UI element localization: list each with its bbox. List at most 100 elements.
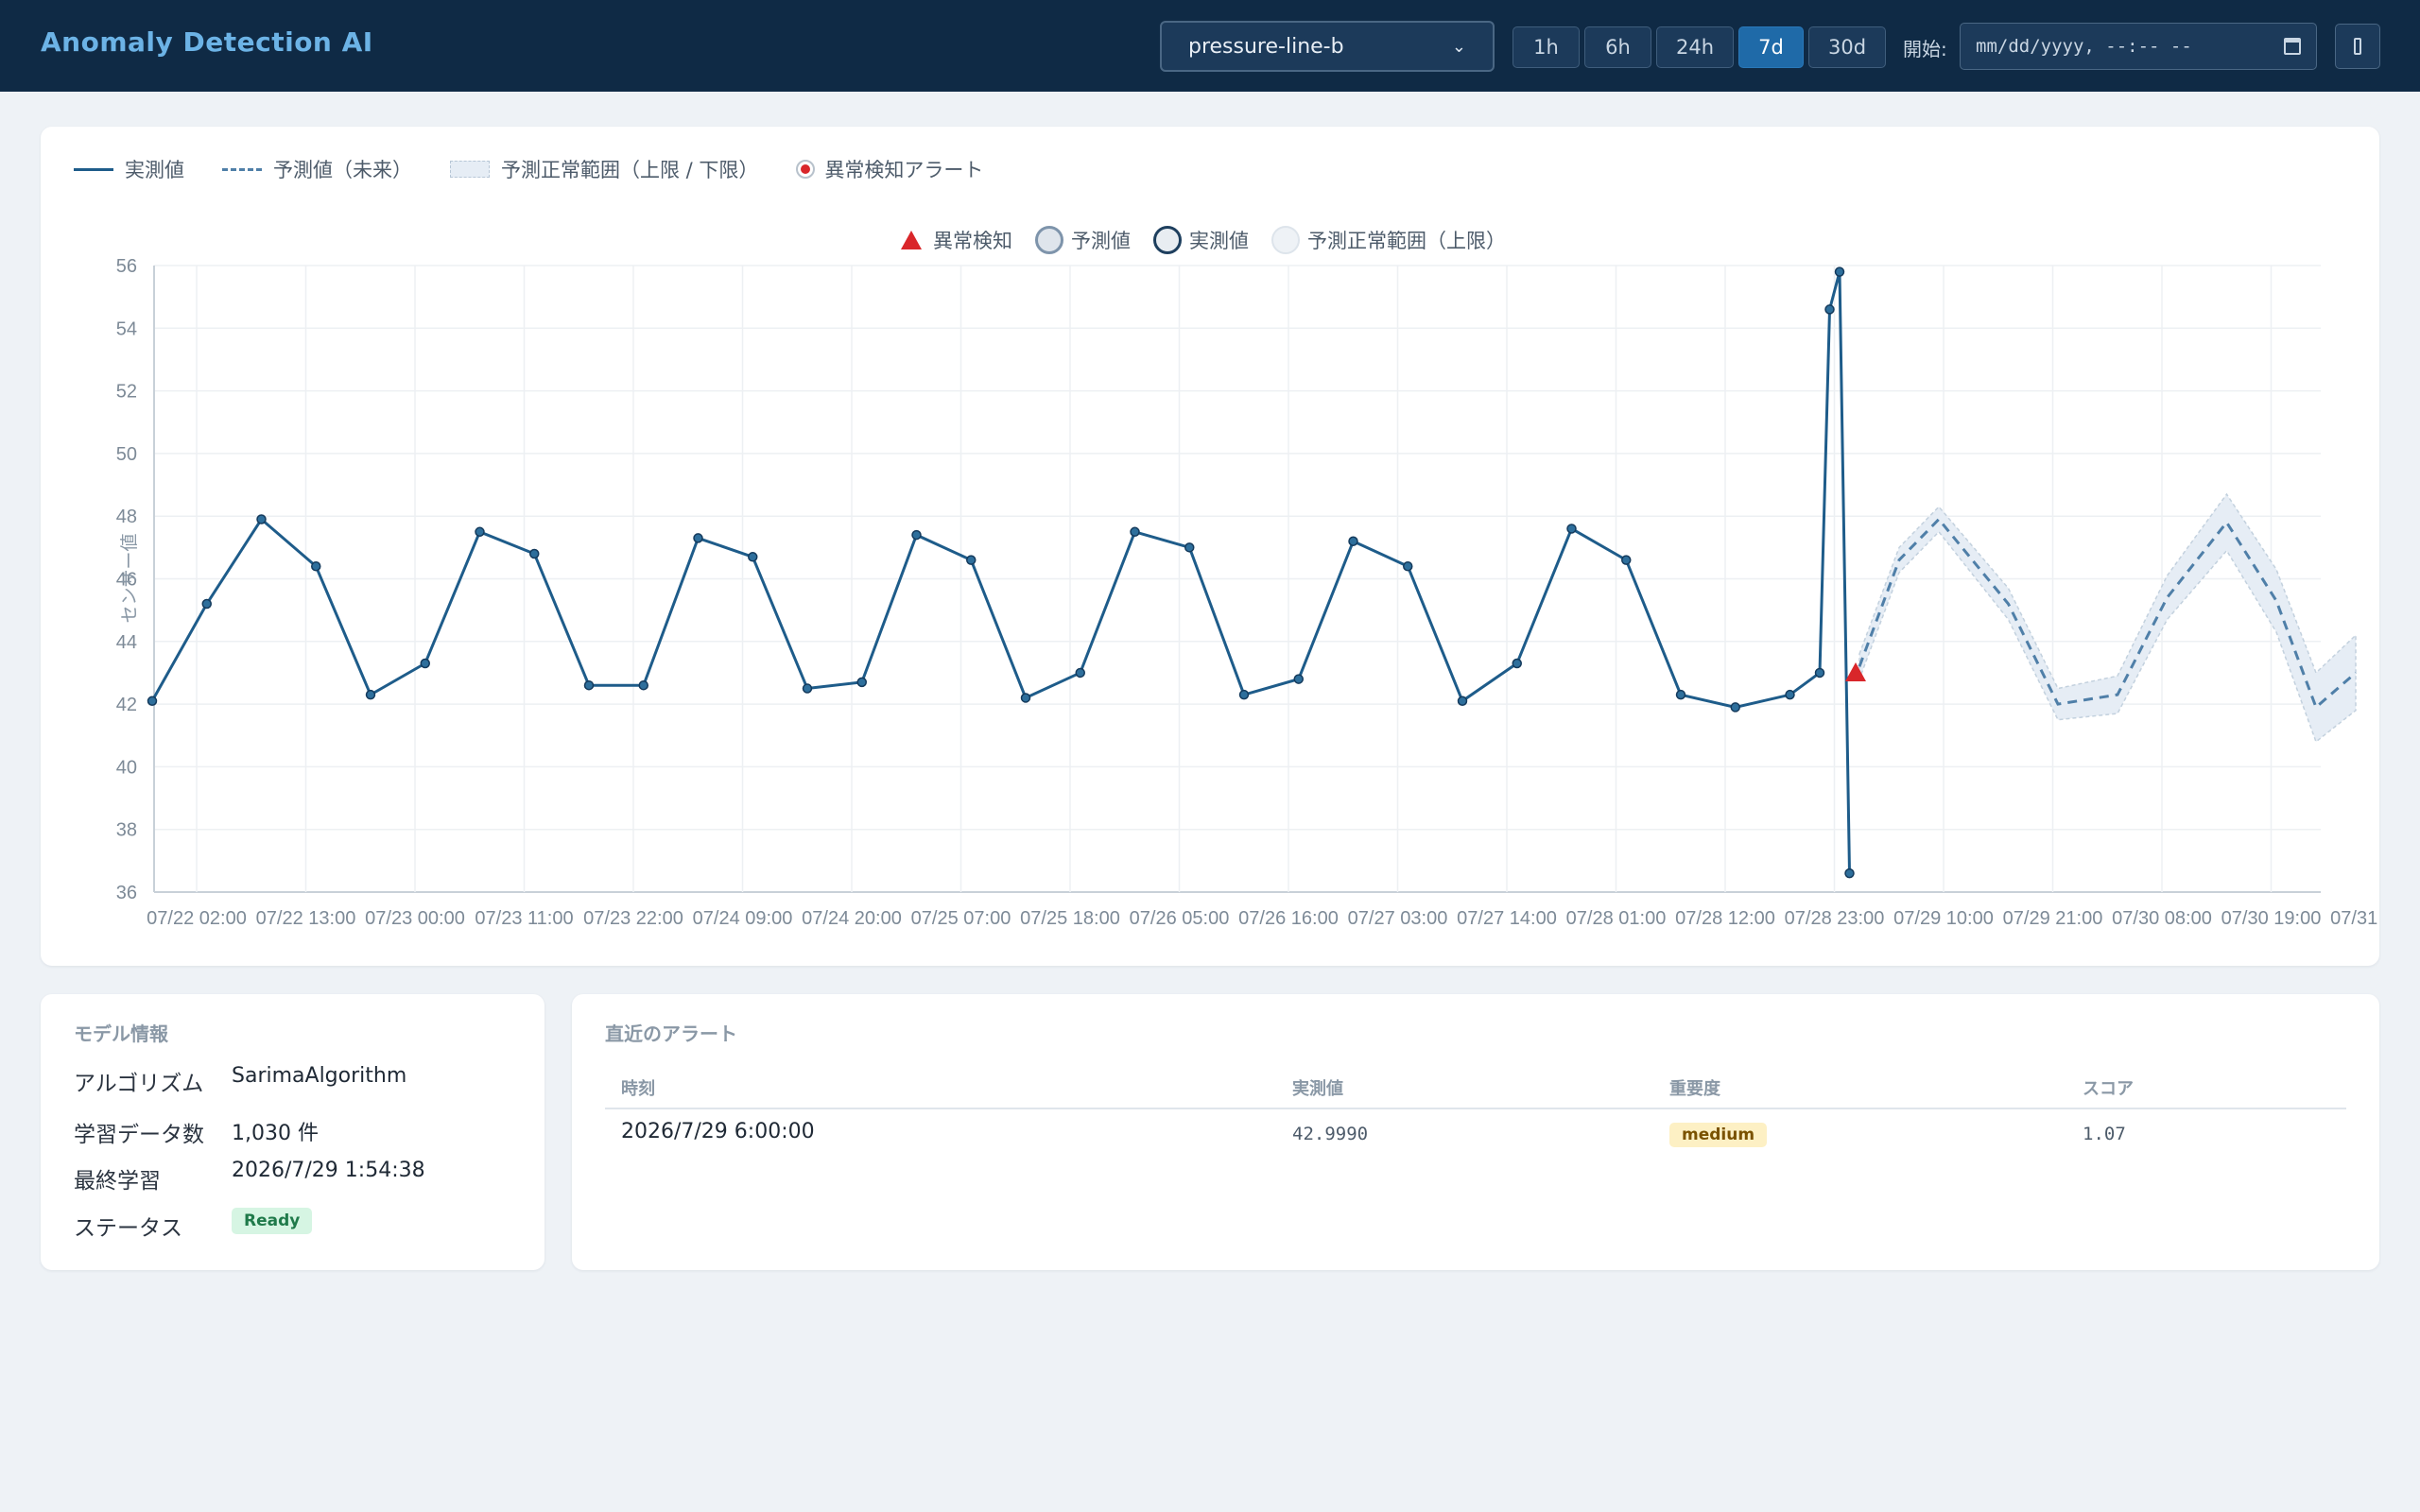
severity-badge: medium: [1669, 1123, 1768, 1147]
actual-point: [693, 533, 703, 543]
range-button-7d[interactable]: 7d: [1738, 26, 1804, 68]
range-button-30d[interactable]: 30d: [1808, 26, 1886, 68]
x-tick-label: 07/27 03:00: [1348, 908, 1448, 929]
x-tick-label: 07/28 23:00: [1785, 908, 1885, 929]
x-tick-label: 07/26 05:00: [1130, 908, 1230, 929]
start-date-placeholder: mm/dd/yyyy, --:-- --: [1976, 36, 2192, 57]
actual-point: [365, 689, 376, 700]
panel-toggle-button[interactable]: [2335, 24, 2380, 69]
x-tick-label: 07/28 12:00: [1675, 908, 1775, 929]
x-tick-label: 07/26 16:00: [1238, 908, 1339, 929]
y-tick-label: 54: [116, 318, 137, 339]
y-tick-label: 38: [116, 820, 137, 841]
actual-point: [1834, 266, 1845, 277]
actual-point: [420, 658, 430, 669]
app-title: Anomaly Detection AI: [41, 26, 373, 58]
y-tick-label: 48: [116, 507, 137, 527]
alert-score: 1.07: [2083, 1124, 2126, 1144]
actual-point: [1512, 658, 1522, 669]
x-tick-label: 07/23 00:00: [365, 908, 465, 929]
alert-value: 42.9990: [1292, 1124, 1369, 1144]
last-trained-label: 最終学習: [74, 1169, 161, 1194]
actual-point: [1457, 696, 1468, 707]
x-tick-label: 07/23 22:00: [583, 908, 683, 929]
range-button-24h[interactable]: 24h: [1656, 26, 1734, 68]
actual-point: [1403, 560, 1413, 572]
actual-point: [1566, 524, 1577, 534]
x-tick-label: 07/25 18:00: [1020, 908, 1120, 929]
actual-point: [1348, 536, 1358, 546]
actual-point: [1238, 689, 1250, 700]
start-date-input[interactable]: mm/dd/yyyy, --:-- --: [1960, 23, 2317, 70]
x-tick-label: 07/22 02:00: [147, 908, 247, 929]
actual-point: [1130, 526, 1140, 538]
actual-point: [1675, 689, 1686, 700]
actual-point: [256, 514, 267, 524]
y-tick-label: 56: [116, 256, 137, 277]
y-tick-label: 36: [116, 883, 137, 903]
model-info-title: モデル情報: [74, 1022, 168, 1045]
algorithm-label: アルゴリズム: [74, 1072, 204, 1096]
calendar-icon[interactable]: [2284, 38, 2301, 55]
x-tick-label: 07/27 14:00: [1457, 908, 1557, 929]
status-label: ステータス: [74, 1216, 182, 1241]
x-tick-label: 07/24 09:00: [693, 908, 793, 929]
actual-line: [150, 271, 1851, 874]
x-tick-label: 07/22 13:00: [256, 908, 356, 929]
sensor-select-value: pressure-line-b: [1188, 34, 1344, 59]
actual-point: [475, 526, 485, 538]
recent-alerts-card: 直近のアラート 時刻 実測値 重要度 スコア 2026/7/29 6:00:00…: [572, 994, 2379, 1270]
x-tick-label: 07/30 19:00: [2221, 908, 2322, 929]
sensor-select[interactable]: pressure-line-b ⌄: [1160, 21, 1495, 72]
column-header-time[interactable]: 時刻: [621, 1075, 655, 1100]
x-tick-label: 07/29 10:00: [1893, 908, 1994, 929]
sensor-chart[interactable]: 363840424446485052545607/22 02:00 07/22 1…: [41, 127, 2379, 966]
chart-card: 実測値 予測値（未来） 予測正常範囲（上限 / 下限） 異常検知アラート 異常検…: [41, 127, 2379, 966]
actual-point: [1621, 555, 1632, 565]
actual-point: [583, 679, 595, 691]
actual-point: [748, 552, 758, 562]
column-header-value[interactable]: 実測値: [1292, 1075, 1343, 1100]
panel-icon: [2354, 38, 2361, 55]
actual-point: [1785, 689, 1795, 700]
actual-point: [1020, 693, 1031, 703]
algorithm-value: SarimaAlgorithm: [232, 1064, 407, 1088]
x-tick-label: 07/31 06:00: [2330, 908, 2379, 929]
actual-point: [1075, 667, 1085, 679]
actual-point: [911, 529, 922, 541]
start-label: 開始:: [1903, 38, 1947, 60]
actual-point: [638, 679, 648, 691]
y-tick-label: 40: [116, 757, 137, 778]
x-tick-label: 07/29 21:00: [2003, 908, 2103, 929]
y-tick-label: 52: [116, 382, 137, 403]
y-tick-label: 42: [116, 695, 137, 715]
y-axis-title: センサー値: [119, 533, 140, 623]
training-count-label: 学習データ数: [74, 1123, 204, 1147]
x-tick-label: 07/30 08:00: [2112, 908, 2212, 929]
chevron-down-icon: ⌄: [1451, 36, 1466, 57]
actual-point: [147, 696, 158, 707]
table-header-divider: [605, 1108, 2346, 1109]
actual-point: [311, 560, 321, 572]
actual-point: [1824, 304, 1835, 315]
app-header: Anomaly Detection AI pressure-line-b ⌄ 1…: [0, 0, 2420, 92]
range-button-1h[interactable]: 1h: [1512, 26, 1580, 68]
recent-alerts-title: 直近のアラート: [605, 1022, 737, 1045]
column-header-severity[interactable]: 重要度: [1669, 1075, 1720, 1100]
y-tick-label: 44: [116, 632, 137, 653]
range-button-6h[interactable]: 6h: [1584, 26, 1651, 68]
actual-point: [201, 598, 212, 610]
status-badge: Ready: [232, 1208, 313, 1234]
column-header-score[interactable]: スコア: [2083, 1075, 2134, 1100]
alert-time: 2026/7/29 6:00:00: [621, 1120, 815, 1143]
x-tick-label: 07/25 07:00: [911, 908, 1011, 929]
actual-point: [1293, 674, 1304, 684]
actual-point: [802, 683, 813, 694]
model-info-card: モデル情報 アルゴリズム SarimaAlgorithm 学習データ数 1,03…: [41, 994, 544, 1270]
actual-point: [1844, 868, 1855, 879]
actual-point: [1814, 667, 1825, 679]
actual-point: [529, 548, 540, 559]
y-tick-label: 50: [116, 444, 137, 465]
actual-point: [966, 555, 977, 565]
actual-point: [1184, 542, 1195, 553]
